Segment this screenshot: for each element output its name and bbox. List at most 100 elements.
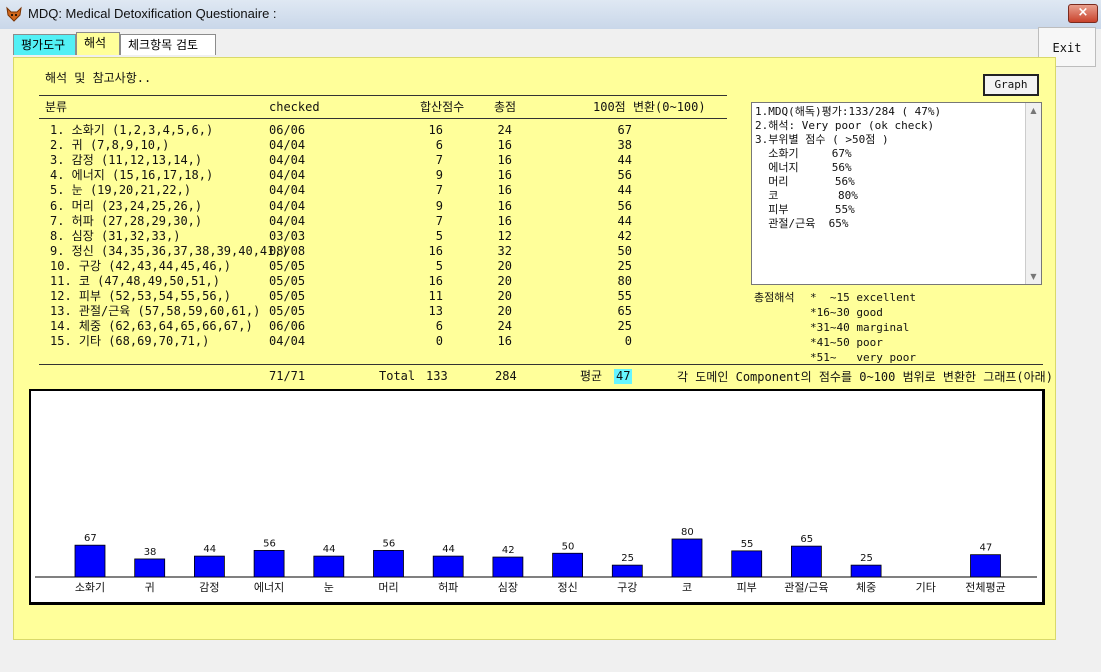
table-cell: 05/05 [269, 258, 306, 273]
chart-value-label: 44 [203, 544, 216, 555]
chart-category-label: 감정 [199, 581, 219, 594]
table-cell: 7 [435, 213, 443, 228]
table-cell: 16 [497, 153, 512, 168]
chart-bar [253, 549, 285, 578]
chart-category-label: 구강 [617, 581, 637, 594]
section-title: 해석 및 참고사항.. [45, 71, 152, 85]
result-line: 관절/근육 65% [755, 217, 849, 230]
table-cell: 06/06 [269, 319, 306, 334]
table-cell: 44 [617, 153, 632, 168]
chart-category-label: 에너지 [254, 581, 284, 594]
chart-value-label: 65 [800, 534, 813, 545]
table-cell: 16 [428, 243, 443, 258]
table-cell: 03/03 [269, 228, 306, 243]
close-button[interactable]: × [1068, 4, 1098, 23]
bar-chart: 67 소화기 38 귀 44 감정 56 에너지 44 눈 56 머리 44 허파 42 심장 50 정신 25 구강… [29, 389, 1045, 605]
result-line: 2.해석: Very poor (ok check) [755, 119, 935, 132]
chart-bar [74, 544, 106, 578]
tab-interpretation[interactable]: 해석 [76, 32, 120, 55]
chart-bar [193, 555, 225, 578]
header-total: 총점 [494, 100, 517, 114]
table-cell: 5 [435, 228, 443, 243]
table-cell: 0 [435, 334, 443, 349]
chart-value-label: 47 [980, 543, 993, 554]
graph-button[interactable]: Graph [983, 74, 1039, 96]
chart-category-label: 정신 [557, 581, 577, 594]
result-textbox[interactable]: 1.MDQ(해독)평가:133/284 ( 47%) 2.해석: Very poo… [751, 102, 1042, 285]
table-cell: 12. 피부 (52,53,54,55,56,) [50, 289, 232, 304]
result-line: 3.부위별 점수 ( >50점 ) [755, 133, 889, 146]
scroll-down-arrow-icon[interactable]: ▼ [1026, 269, 1041, 284]
chart-value-label: 25 [621, 553, 634, 564]
table-cell: 04/04 [269, 168, 306, 183]
scroll-up-arrow-icon[interactable]: ▲ [1026, 103, 1041, 118]
footer-score-sum: 133 [426, 369, 448, 383]
header-checked: checked [269, 100, 320, 114]
score-legend: * ~15 excellent *16~30 good *31~40 margina… [810, 290, 916, 365]
table-cell: 65 [617, 304, 632, 319]
chart-value-label: 80 [681, 527, 694, 538]
score-table: 1. 소화기 (1,2,3,4,5,6,) 06/06 16 24 67 2. 귀 (7,… [0, 123, 740, 363]
table-cell: 44 [617, 183, 632, 198]
chart-value-label: 56 [383, 538, 396, 549]
app-fox-icon [6, 6, 22, 22]
tab-check-review[interactable]: 체크항목 검토 [120, 34, 216, 55]
chart-value-label: 55 [741, 539, 754, 550]
table-cell: 05/05 [269, 289, 306, 304]
legend-line: *51~ very poor [810, 351, 916, 364]
table-cell: 3. 감정 (11,12,13,14,) [50, 153, 203, 168]
table-cell: 06/06 [269, 123, 306, 137]
chart-category-label: 체중 [856, 581, 876, 594]
graph-caption: 각 도메인 Component의 점수를 0~100 범위로 변환한 그래프(아… [677, 370, 1053, 384]
table-cell: 04/04 [269, 213, 306, 228]
table-cell: 15. 기타 (68,69,70,71,) [50, 334, 210, 349]
legend-line: *41~50 poor [810, 336, 883, 349]
table-cell: 55 [617, 289, 632, 304]
table-cell: 5. 눈 (19,20,21,22,) [50, 183, 192, 198]
header-score-sum: 합산점수 [420, 100, 465, 114]
result-scrollbar[interactable]: ▲ ▼ [1025, 103, 1041, 284]
table-cell: 6 [435, 319, 443, 334]
table-cell: 0 [624, 334, 632, 349]
chart-value-label: 25 [860, 553, 873, 564]
table-cell: 05/05 [269, 304, 306, 319]
tab-assessment-tools[interactable]: 평가도구 [13, 34, 76, 55]
table-cell: 20 [497, 304, 512, 319]
table-cell: 50 [617, 243, 632, 258]
table-cell: 16 [497, 213, 512, 228]
table-cell: 7. 허파 (27,28,29,30,) [50, 213, 203, 228]
chart-bar [970, 554, 1001, 578]
table-cell: 10. 구강 (42,43,44,45,46,) [50, 258, 232, 273]
chart-value-label: 42 [502, 545, 515, 556]
table-cell: 24 [497, 123, 512, 137]
chart-value-label: 67 [84, 533, 97, 544]
chart-category-label: 소화기 [75, 581, 105, 594]
table-cell: 7 [435, 183, 443, 198]
result-line: 피부 55% [755, 203, 855, 216]
table-cell: 24 [497, 319, 512, 334]
chart-category-label: 코 [682, 581, 692, 594]
table-header-rule [39, 118, 727, 119]
chart-category-label: 전체평균 [965, 581, 1005, 594]
chart-value-label: 44 [442, 544, 455, 555]
footer-total-label: Total [379, 369, 416, 383]
table-cell: 11. 코 (47,48,49,50,51,) [50, 274, 220, 288]
table-cell: 20 [497, 258, 512, 273]
table-cell: 04/04 [269, 153, 306, 168]
chart-category-label: 기타 [916, 581, 936, 594]
legend-line: *31~40 marginal [810, 321, 910, 334]
header-category: 분류 [45, 100, 68, 114]
chart-bar [671, 538, 703, 578]
table-cell: 04/04 [269, 334, 306, 349]
footer-avg-label: 평균 [580, 369, 603, 383]
table-cell: 67 [617, 123, 632, 137]
chart-category-label: 관절/근육 [784, 581, 828, 594]
chart-bar [373, 549, 404, 578]
table-cell: 14. 체중 (62,63,64,65,66,67,) [50, 319, 253, 334]
result-line: 코 80% [755, 189, 858, 202]
table-cell: 32 [497, 243, 512, 258]
table-cell: 16 [497, 198, 512, 213]
footer-total-sum: 284 [495, 369, 517, 383]
chart-category-label: 귀 [145, 581, 155, 594]
table-cell: 2. 귀 (7,8,9,10,) [50, 138, 170, 153]
